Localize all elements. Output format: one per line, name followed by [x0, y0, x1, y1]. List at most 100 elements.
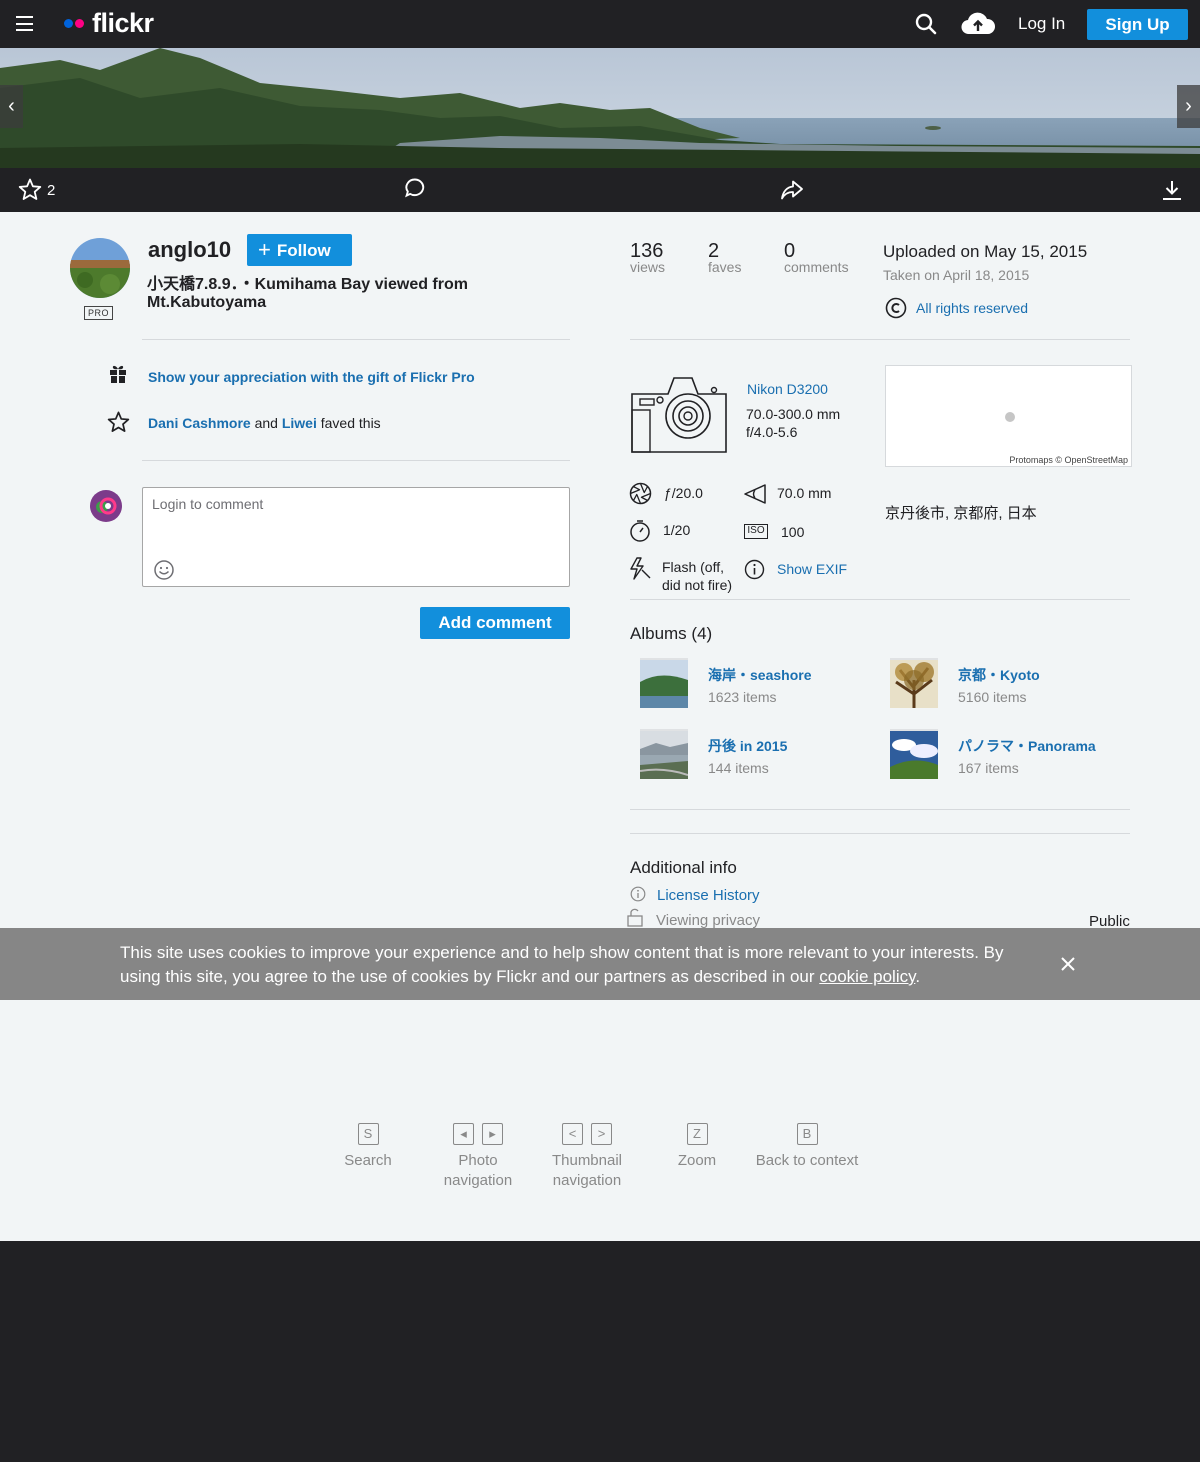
- taken-date[interactable]: Taken on April 18, 2015: [883, 267, 1029, 283]
- divider: [142, 339, 570, 340]
- license-history-link[interactable]: License History: [657, 887, 760, 904]
- aperture-icon: [629, 482, 652, 505]
- album-thumbnail[interactable]: [890, 729, 938, 779]
- license-link[interactable]: All rights reserved: [916, 300, 1028, 316]
- camera-icon: [631, 377, 727, 453]
- album-link[interactable]: 丹後 in 2015: [708, 736, 787, 756]
- exif-flash: Flash (off, did not fire): [662, 559, 733, 593]
- share-icon[interactable]: [780, 179, 804, 201]
- album-thumbnail[interactable]: [640, 658, 688, 708]
- key-right: ▸: [482, 1123, 503, 1145]
- hamburger-menu-icon[interactable]: [16, 16, 33, 31]
- camera-link[interactable]: Nikon D3200: [747, 381, 828, 397]
- flickr-logo[interactable]: flickr: [92, 8, 154, 39]
- faver-link[interactable]: Liwei: [282, 415, 317, 431]
- signup-button[interactable]: Sign Up: [1087, 9, 1188, 40]
- lens-info: 70.0-300.0 mm f/4.0-5.6: [746, 406, 841, 440]
- plus-icon: +: [258, 237, 271, 262]
- shutter-timer-icon: [630, 520, 650, 542]
- divider: [142, 460, 570, 461]
- unlocked-padlock-icon: [627, 908, 643, 927]
- location-text[interactable]: 京丹後市, 京都府, 日本: [885, 502, 1037, 523]
- key-b: B: [796, 1123, 818, 1145]
- gift-icon: [110, 365, 126, 383]
- owner-name-link[interactable]: anglo10: [148, 237, 231, 263]
- faved-by-text: Dani Cashmore and Liwei faved this: [148, 415, 381, 431]
- exif-focal-length: 70.0 mm: [777, 485, 832, 501]
- additional-info-title: Additional info: [630, 858, 737, 877]
- add-comment-button[interactable]: Add comment: [420, 607, 570, 639]
- cookie-banner: This site uses cookies to improve your e…: [0, 928, 1200, 1000]
- divider: [630, 339, 1130, 340]
- exif-iso: 100: [781, 524, 805, 540]
- emoji-smiley-icon[interactable]: [153, 559, 175, 581]
- upload-date: Uploaded on May 15, 2015: [883, 242, 1088, 261]
- faves-stat: 2 faves: [708, 240, 742, 275]
- shortcut-zoom: Z Zoom: [642, 1123, 752, 1171]
- album-item-count: 167 items: [958, 760, 1019, 776]
- copyright-icon: [885, 297, 907, 319]
- album-link[interactable]: 京都・Kyoto: [958, 665, 1040, 685]
- follow-button[interactable]: + Follow: [247, 234, 352, 266]
- viewing-privacy-label: Viewing privacy: [656, 912, 760, 929]
- page-footer: [0, 1241, 1200, 1462]
- key-greater-than: >: [591, 1123, 612, 1145]
- shortcut-search: S Search: [313, 1123, 423, 1171]
- key-less-than: <: [562, 1123, 583, 1145]
- album-item-count: 144 items: [708, 760, 769, 776]
- key-s: S: [357, 1123, 379, 1145]
- star-fave-icon[interactable]: [18, 178, 42, 201]
- top-nav-bar: flickr Log In Sign Up: [0, 0, 1200, 48]
- upload-cloud-icon[interactable]: [960, 10, 996, 38]
- comment-icon[interactable]: [404, 177, 426, 199]
- album-thumbnail[interactable]: [890, 658, 938, 708]
- divider: [630, 833, 1130, 834]
- gift-pro-link[interactable]: Show your appreciation with the gift of …: [148, 369, 475, 385]
- faver-link[interactable]: Dani Cashmore: [148, 415, 251, 431]
- shortcut-thumbnail-navigation: < > Thumbnail navigation: [532, 1123, 642, 1191]
- map-attribution[interactable]: Protomaps © OpenStreetMap: [1009, 455, 1128, 465]
- album-link[interactable]: パノラマ・Panorama: [958, 736, 1096, 756]
- flash-icon: [630, 557, 651, 580]
- key-z: Z: [686, 1123, 708, 1145]
- cookie-policy-link[interactable]: cookie policy: [819, 967, 915, 986]
- views-stat: 136 views: [630, 240, 666, 275]
- photo-action-bar: 2: [0, 168, 1200, 212]
- previous-photo-arrow[interactable]: ‹: [0, 85, 23, 128]
- star-icon: [107, 411, 130, 432]
- download-icon[interactable]: [1161, 179, 1183, 201]
- info-icon: [630, 886, 646, 902]
- comment-placeholder: Login to comment: [152, 496, 264, 512]
- next-photo-arrow[interactable]: ›: [1177, 85, 1200, 128]
- iso-icon: ISO: [744, 524, 768, 539]
- key-left: ◂: [453, 1123, 474, 1145]
- exif-shutter: 1/20: [663, 522, 691, 538]
- shortcut-photo-navigation: ◂ ▸ Photo navigation: [423, 1123, 533, 1191]
- comments-stat: 0 comments: [784, 240, 849, 275]
- fave-count: 2: [47, 182, 56, 199]
- photo-panorama[interactable]: [0, 48, 1200, 168]
- map-marker: [1005, 412, 1015, 422]
- follow-label: Follow: [276, 241, 331, 260]
- photo-title: 小天橋7.8.9．・Kumihama Bay viewed from Mt.Ka…: [147, 276, 468, 311]
- album-thumbnail[interactable]: [640, 729, 688, 779]
- flickr-logo-dots: [64, 19, 86, 28]
- show-exif-link[interactable]: Show EXIF: [777, 561, 847, 577]
- albums-title: Albums (4): [630, 624, 713, 643]
- divider: [630, 599, 1130, 600]
- album-item-count: 1623 items: [708, 689, 777, 705]
- exif-aperture: ƒ/20.0: [664, 485, 703, 501]
- focal-length-icon: [744, 484, 766, 504]
- shortcut-back-to-context: B Back to context: [752, 1123, 862, 1171]
- search-icon[interactable]: [915, 13, 937, 35]
- info-circle-icon: [744, 559, 765, 580]
- pro-badge: PRO: [84, 306, 113, 320]
- cookie-message: This site uses cookies to improve your e…: [120, 943, 1004, 986]
- comment-input[interactable]: Login to comment: [142, 487, 570, 587]
- location-map[interactable]: Protomaps © OpenStreetMap: [885, 365, 1132, 467]
- close-icon[interactable]: [1060, 956, 1076, 972]
- login-link[interactable]: Log In: [1018, 14, 1065, 34]
- owner-avatar[interactable]: [70, 238, 130, 298]
- album-link[interactable]: 海岸・seashore: [708, 665, 811, 685]
- panorama-image: [0, 48, 1200, 168]
